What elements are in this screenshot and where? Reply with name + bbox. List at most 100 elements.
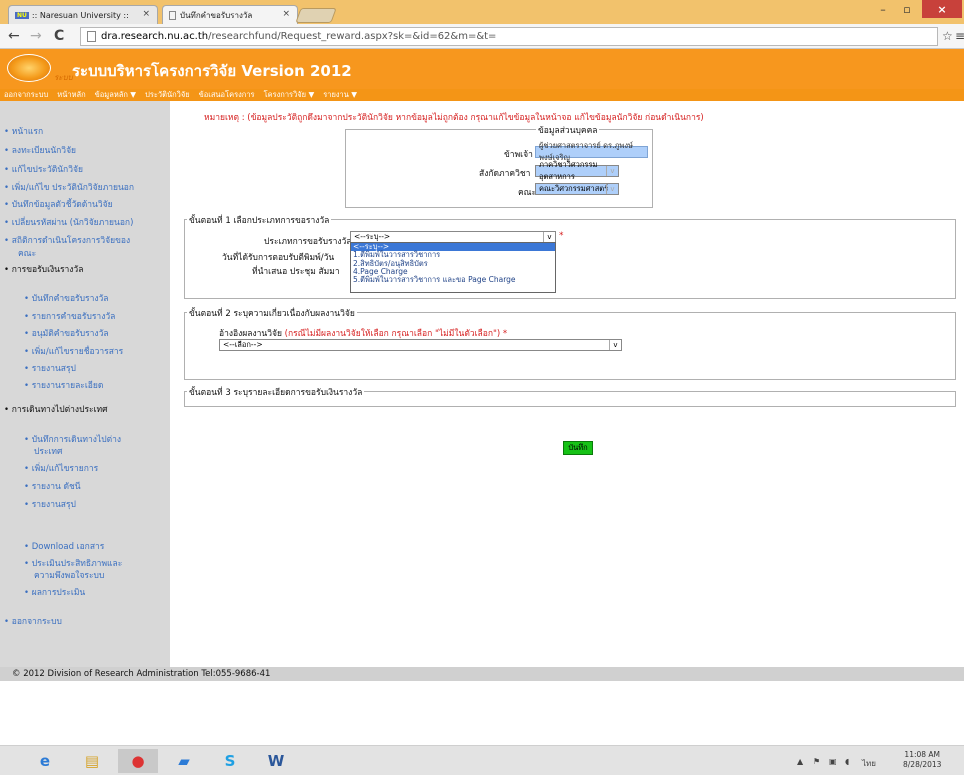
reload-icon[interactable]: C: [54, 28, 64, 44]
sidebar-item-travel-summary[interactable]: • รายงานสรุป: [24, 500, 76, 511]
minimize-icon[interactable]: –: [872, 0, 894, 18]
sidebar-item-evaluate[interactable]: • ประเมินประสิทธิภาพและ: [24, 559, 122, 570]
url-host: dra.research.nu.ac.th: [101, 31, 209, 42]
venue-label: ที่นำเสนอ ประชุม สัมมา: [252, 267, 340, 277]
sidebar-item-detail-report[interactable]: • รายงานรายละเอียด: [24, 381, 103, 392]
reward-type-options[interactable]: <--ระบุ--> 1.ตีพิมพ์ในวารสารวิชาการ 2.สิ…: [350, 242, 556, 293]
forward-icon[interactable]: →: [30, 28, 42, 44]
clock-time: 11:08 AM: [904, 750, 941, 759]
menu-home[interactable]: หน้าหลัก: [57, 89, 85, 101]
sidebar-item-summary[interactable]: • รายงานสรุป: [24, 364, 76, 375]
logo-text: ระบบ: [54, 73, 73, 82]
menu-researcher-profile[interactable]: ประวัตินักวิจัย: [145, 89, 190, 101]
sidebar-item-statistics[interactable]: • สถิติการดำเนินโครงการวิจัยของ: [4, 236, 130, 247]
sidebar-item-reward-list[interactable]: • รายการคำขอรับรางวัล: [24, 312, 115, 323]
tab-close-icon[interactable]: ×: [142, 9, 150, 19]
sidebar-item-record-reward[interactable]: • บันทึกคำขอรับรางวัล: [24, 294, 108, 305]
flag-icon[interactable]: ⚑: [813, 757, 820, 766]
page-icon: [87, 31, 96, 42]
clock-date: 8/28/2013: [903, 760, 942, 769]
app-icon[interactable]: ▰: [164, 749, 204, 773]
taskbar: e ▤ ● ▰ S W ▲ ⚑ ▣ ◖ ไทย 11:08 AM 8/28/20…: [0, 745, 964, 775]
menu-icon[interactable]: ≡: [955, 29, 964, 43]
sidebar-item-statistics-cont[interactable]: คณะ: [18, 249, 36, 260]
step3-legend: ขั้นตอนที่ 3 ระบุรายละเอียดการขอรับเงินร…: [187, 385, 365, 399]
department-label: สังกัดภาควิชา: [479, 169, 531, 179]
personal-info-legend: ข้อมูลส่วนบุคคล: [536, 123, 600, 137]
chrome-icon[interactable]: ●: [118, 749, 158, 773]
department-select[interactable]: ภาควิชาวิศวกรรมอุตสาหการ v: [535, 160, 619, 181]
tab-request-reward[interactable]: บันทึกคำขอรับรางวัล ×: [162, 5, 298, 24]
sidebar-item-approve-reward[interactable]: • อนุมัติคำขอรับรางวัล: [24, 329, 109, 340]
sidebar-item-home[interactable]: • หน้าแรก: [4, 127, 43, 138]
chevron-down-icon: v: [606, 166, 618, 176]
acceptance-date-label: วันที่ได้รับการตอบรับตีพิมพ์/วัน: [222, 253, 335, 263]
tray-arrow-icon[interactable]: ▲: [797, 757, 803, 766]
sidebar-item-logout[interactable]: • ออกจากระบบ: [4, 617, 62, 628]
bookmark-star-icon[interactable]: ☆: [942, 29, 953, 43]
sidebar-item-download[interactable]: • Download เอกสาร: [24, 542, 104, 553]
address-bar: ← → C dra.research.nu.ac.th /researchfun…: [0, 24, 964, 49]
tab-close-icon[interactable]: ×: [282, 9, 290, 19]
option-journal-page-charge[interactable]: 5.ตีพิมพ์ในวารสารวิชาการ และขอ Page Char…: [351, 275, 555, 284]
sidebar-item-register[interactable]: • ลงทะเบียนนักวิจัย: [4, 146, 76, 157]
menu-logout[interactable]: ออกจากระบบ: [4, 89, 48, 101]
sidebar-item-journals[interactable]: • เพิ่ม/แก้ไขรายชื่อวารสาร: [24, 347, 123, 358]
maximize-icon[interactable]: ▫: [896, 0, 918, 18]
menu-projects[interactable]: โครงการวิจัย ▼: [264, 89, 315, 101]
tab-naresuan[interactable]: NU :: Naresuan University :: ×: [8, 5, 158, 24]
new-tab-button[interactable]: [295, 8, 337, 23]
save-button[interactable]: บันทึก: [563, 441, 593, 455]
window-close-icon[interactable]: ×: [922, 0, 962, 18]
reward-type-label: ประเภทการขอรับรางวัล: [264, 237, 352, 247]
name-field[interactable]: ผู้ช่วยศาสตราจารย์ ดร.ภูพงษ์ พงษ์เจริญ: [535, 141, 648, 162]
sidebar-item-results[interactable]: • ผลการประเมิน: [24, 588, 85, 599]
volume-icon[interactable]: ◖: [845, 757, 849, 766]
note-text: หมายเหตุ : (ข้อมูลประวัติถูกดึงมาจากประว…: [204, 113, 704, 123]
sidebar-item-travel-edit[interactable]: • เพิ่ม/แก้ไขรายการ: [24, 464, 98, 475]
research-ref-hint: (กรณีไม่มีผลงานวิจัยให้เลือก กรุณาเลือก …: [284, 329, 508, 339]
name-label: ข้าพเจ้า: [504, 150, 533, 160]
sidebar-header-reward: • การขอรับเงินรางวัล: [4, 265, 84, 275]
research-ref-value: <--เลือก-->: [223, 340, 263, 349]
tab-label: บันทึกคำขอรับรางวัล: [180, 10, 253, 20]
faculty-select[interactable]: คณะวิศวกรรมศาสตร์ v: [535, 183, 619, 195]
research-ref-label: อ้างอิงผลงานวิจัย (กรณีไม่มีผลงานวิจัยให…: [219, 329, 508, 339]
sidebar-item-evaluate-cont[interactable]: ความพึงพอใจระบบ: [34, 571, 104, 582]
clock[interactable]: 11:08 AM 8/28/2013: [903, 750, 941, 770]
menu-reports[interactable]: รายงาน ▼: [323, 89, 357, 101]
ie-icon[interactable]: e: [25, 749, 65, 773]
sidebar-item-change-password[interactable]: • เปลี่ยนรหัสผ่าน (นักวิจัยภายนอก): [4, 218, 133, 229]
back-icon[interactable]: ←: [8, 28, 20, 44]
menu-proposals[interactable]: ข้อเสนอโครงการ: [199, 89, 255, 101]
language-indicator[interactable]: ไทย: [862, 757, 876, 770]
app-title: ระบบบริหารโครงการวิจัย Version 2012: [72, 62, 352, 80]
step2-legend: ขั้นตอนที่ 2 ระบุความเกี่ยวเนื่องกับผลงา…: [187, 306, 357, 320]
file-explorer-icon[interactable]: ▤: [72, 749, 112, 773]
top-menu: ออกจากระบบ หน้าหลัก ข้อมูลหลัก ▼ ประวัติ…: [0, 89, 964, 101]
sidebar-item-indicators[interactable]: • บันทึกข้อมูลตัวชี้วัดด้านวิจัย: [4, 200, 113, 211]
chevron-down-icon: v: [543, 232, 555, 242]
page-icon: [169, 10, 176, 20]
word-icon[interactable]: W: [256, 749, 296, 773]
url-input[interactable]: dra.research.nu.ac.th /researchfund/Requ…: [80, 27, 938, 46]
step1-legend: ขั้นตอนที่ 1 เลือกประเภทการขอรางวัล: [187, 213, 332, 227]
chevron-down-icon: v: [606, 184, 618, 194]
research-ref-select[interactable]: <--เลือก--> v: [219, 339, 622, 351]
sidebar-item-travel-index[interactable]: • รายงาน ดัชนี: [24, 482, 81, 493]
skype-icon[interactable]: S: [210, 749, 250, 773]
sidebar-header-travel: • การเดินทางไปต่างประเทศ: [4, 405, 108, 415]
sidebar-item-record-travel[interactable]: • บันทึกการเดินทางไปต่าง: [24, 435, 121, 446]
menu-master-data[interactable]: ข้อมูลหลัก ▼: [95, 89, 136, 101]
faculty-label: คณะ: [518, 188, 537, 198]
sidebar-item-external-profile[interactable]: • เพิ่ม/แก้ไข ประวัตินักวิจัยภายนอก: [4, 183, 134, 194]
required-marker: *: [559, 231, 564, 241]
network-icon[interactable]: ▣: [829, 757, 837, 766]
chevron-down-icon: v: [609, 340, 621, 350]
faculty-value: คณะวิศวกรรมศาสตร์: [539, 184, 609, 193]
sidebar-item-record-travel-cont[interactable]: ประเทศ: [34, 447, 62, 458]
sidebar-item-edit-profile[interactable]: • แก้ไขประวัตินักวิจัย: [4, 165, 83, 176]
url-path: /researchfund/Request_reward.aspx?sk=&id…: [208, 31, 497, 42]
footer: © 2012 Division of Research Administrati…: [0, 667, 964, 681]
nu-favicon-icon: NU: [15, 11, 29, 19]
